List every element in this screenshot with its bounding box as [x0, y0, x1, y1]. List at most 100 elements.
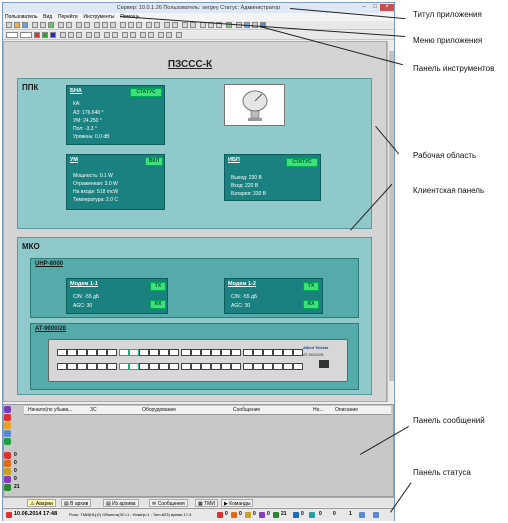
table-icon[interactable]: [122, 32, 128, 38]
switch-port: [201, 349, 211, 356]
chart-icon[interactable]: [130, 32, 136, 38]
bold-icon[interactable]: [60, 32, 66, 38]
rect-icon[interactable]: [120, 22, 126, 28]
col-number[interactable]: Но...: [313, 407, 324, 413]
tab-from-archive[interactable]: ▤ Из архива: [103, 499, 139, 507]
line-icon[interactable]: [136, 22, 142, 28]
close-button[interactable]: ×: [380, 4, 394, 11]
pointer-icon[interactable]: [112, 32, 118, 38]
zoom-out-icon[interactable]: [84, 22, 90, 28]
col-description[interactable]: Описание: [335, 407, 358, 413]
col-start[interactable]: Начало(по убыва...: [28, 407, 73, 413]
filter-icon[interactable]: [4, 406, 11, 413]
tab-messages[interactable]: ✉ Сообщения: [149, 499, 188, 507]
tab-commands[interactable]: ▶ Команды: [221, 499, 254, 507]
tool-icon[interactable]: [6, 22, 12, 28]
bna-panel[interactable]: БНА СТАТУС КА: АЗ: 176.640 ° УМ: 24.250 …: [66, 85, 165, 145]
scrollbar-thumb[interactable]: [389, 51, 394, 381]
redo-icon[interactable]: [66, 22, 72, 28]
italic-icon[interactable]: [68, 32, 74, 38]
properties-icon[interactable]: [176, 32, 182, 38]
modem-1-1-rx-badge[interactable]: RX: [150, 300, 166, 309]
folder-icon[interactable]: [14, 22, 20, 28]
modem-1-1-tx-badge[interactable]: TX: [150, 282, 166, 291]
menu-goto[interactable]: Перейти: [56, 13, 80, 21]
switch-port: [67, 349, 77, 356]
status-count-3: 0: [267, 511, 270, 517]
ibp-name[interactable]: ИБП: [228, 157, 240, 163]
annotation-menu: Меню приложения: [413, 36, 483, 45]
zoom-in-icon[interactable]: [76, 22, 82, 28]
modem-1-1-name[interactable]: Модем 1-1: [70, 281, 98, 287]
switch-port: [211, 349, 221, 356]
front-icon[interactable]: [182, 22, 188, 28]
text-icon[interactable]: [146, 22, 152, 28]
fill-color-icon[interactable]: [34, 32, 40, 38]
modem-1-2-rx-badge[interactable]: RX: [303, 300, 319, 309]
grid-icon[interactable]: [94, 22, 100, 28]
tab-alarms[interactable]: ⚠ Аварии: [27, 499, 56, 507]
save-icon[interactable]: [22, 22, 28, 28]
link-icon[interactable]: [140, 32, 146, 38]
bna-line-4: Пол: -3.3 °: [73, 126, 97, 132]
tab-messages-label: Сообщения: [157, 501, 185, 507]
status-count-2: 0: [253, 511, 256, 517]
menu-tools[interactable]: Инструменты: [81, 13, 116, 21]
warning-icon[interactable]: [4, 422, 11, 429]
ibp-panel[interactable]: ИБП СТАТУС Выход: 230 В Вход: 220 В Бата…: [224, 154, 321, 201]
back-icon[interactable]: [190, 22, 196, 28]
um-status-badge[interactable]: ВКЛ: [145, 157, 163, 166]
underline-icon[interactable]: [76, 32, 82, 38]
switch-port: [97, 349, 107, 356]
tab-tmi[interactable]: ▦ ТМИ: [195, 499, 218, 507]
maximize-button[interactable]: □: [370, 4, 380, 11]
modem-1-2-panel[interactable]: Модем 1-2 TX C/N: -55 дБ AGC: 30 RX: [224, 278, 323, 314]
snap-icon[interactable]: [158, 32, 164, 38]
vertical-scrollbar[interactable]: [387, 41, 394, 402]
ruler-icon[interactable]: [166, 32, 172, 38]
status-count-4: 21: [281, 511, 287, 517]
line-color-icon[interactable]: [42, 32, 48, 38]
bna-status-badge[interactable]: СТАТУС: [130, 88, 162, 97]
col-station[interactable]: ЗС: [90, 407, 97, 413]
status-network-icon: [359, 512, 365, 518]
arc-icon[interactable]: [94, 32, 100, 38]
ellipse-icon[interactable]: [128, 22, 134, 28]
copy-icon[interactable]: [40, 22, 46, 28]
tab-from-archive-label: Из архива: [112, 501, 136, 507]
menu-user[interactable]: Пользователь: [3, 13, 39, 21]
text-color-icon[interactable]: [50, 32, 56, 38]
align-icon[interactable]: [102, 22, 108, 28]
critical-icon[interactable]: [4, 414, 11, 421]
modem-1-2-line-2: AGC: 30: [231, 303, 251, 309]
col-equipment[interactable]: Оборудование: [142, 407, 176, 413]
arrow-icon[interactable]: [104, 32, 110, 38]
group-icon[interactable]: [164, 22, 170, 28]
image-icon[interactable]: [154, 22, 160, 28]
modem-1-2-name[interactable]: Модем 1-2: [228, 281, 256, 287]
undo-icon[interactable]: [58, 22, 64, 28]
um-name[interactable]: УМ: [70, 157, 78, 163]
line-select[interactable]: [20, 32, 32, 38]
switch-port: [159, 363, 169, 370]
ungroup-icon[interactable]: [172, 22, 178, 28]
info-icon[interactable]: [4, 430, 11, 437]
menu-view[interactable]: Вид: [41, 13, 54, 21]
modem-1-2-tx-badge[interactable]: TX: [303, 282, 319, 291]
paste-icon[interactable]: [48, 22, 54, 28]
col-message[interactable]: Сообщение: [233, 407, 260, 413]
ibp-status-badge[interactable]: СТАТУС: [286, 158, 318, 167]
cut-icon[interactable]: [32, 22, 38, 28]
modem-1-1-panel[interactable]: Модем 1-1 TX C/N: -55 дБ AGC: 30 RX: [66, 278, 168, 314]
bna-name[interactable]: БНА: [70, 88, 82, 94]
ok-icon[interactable]: [4, 438, 11, 445]
style-select[interactable]: [6, 32, 18, 38]
layer-icon[interactable]: [110, 22, 116, 28]
tab-to-archive[interactable]: ▤ В архив: [61, 499, 92, 507]
switch-device[interactable]: Allied Telesis AT-9000/28: [48, 339, 348, 382]
minimize-button[interactable]: –: [359, 4, 369, 11]
switch-port: [107, 363, 117, 370]
circle-icon[interactable]: [86, 32, 92, 38]
lock-icon[interactable]: [148, 32, 154, 38]
um-panel[interactable]: УМ ВКЛ Мощность: 0.1 W Отраженная: 3.0 W…: [66, 154, 165, 210]
